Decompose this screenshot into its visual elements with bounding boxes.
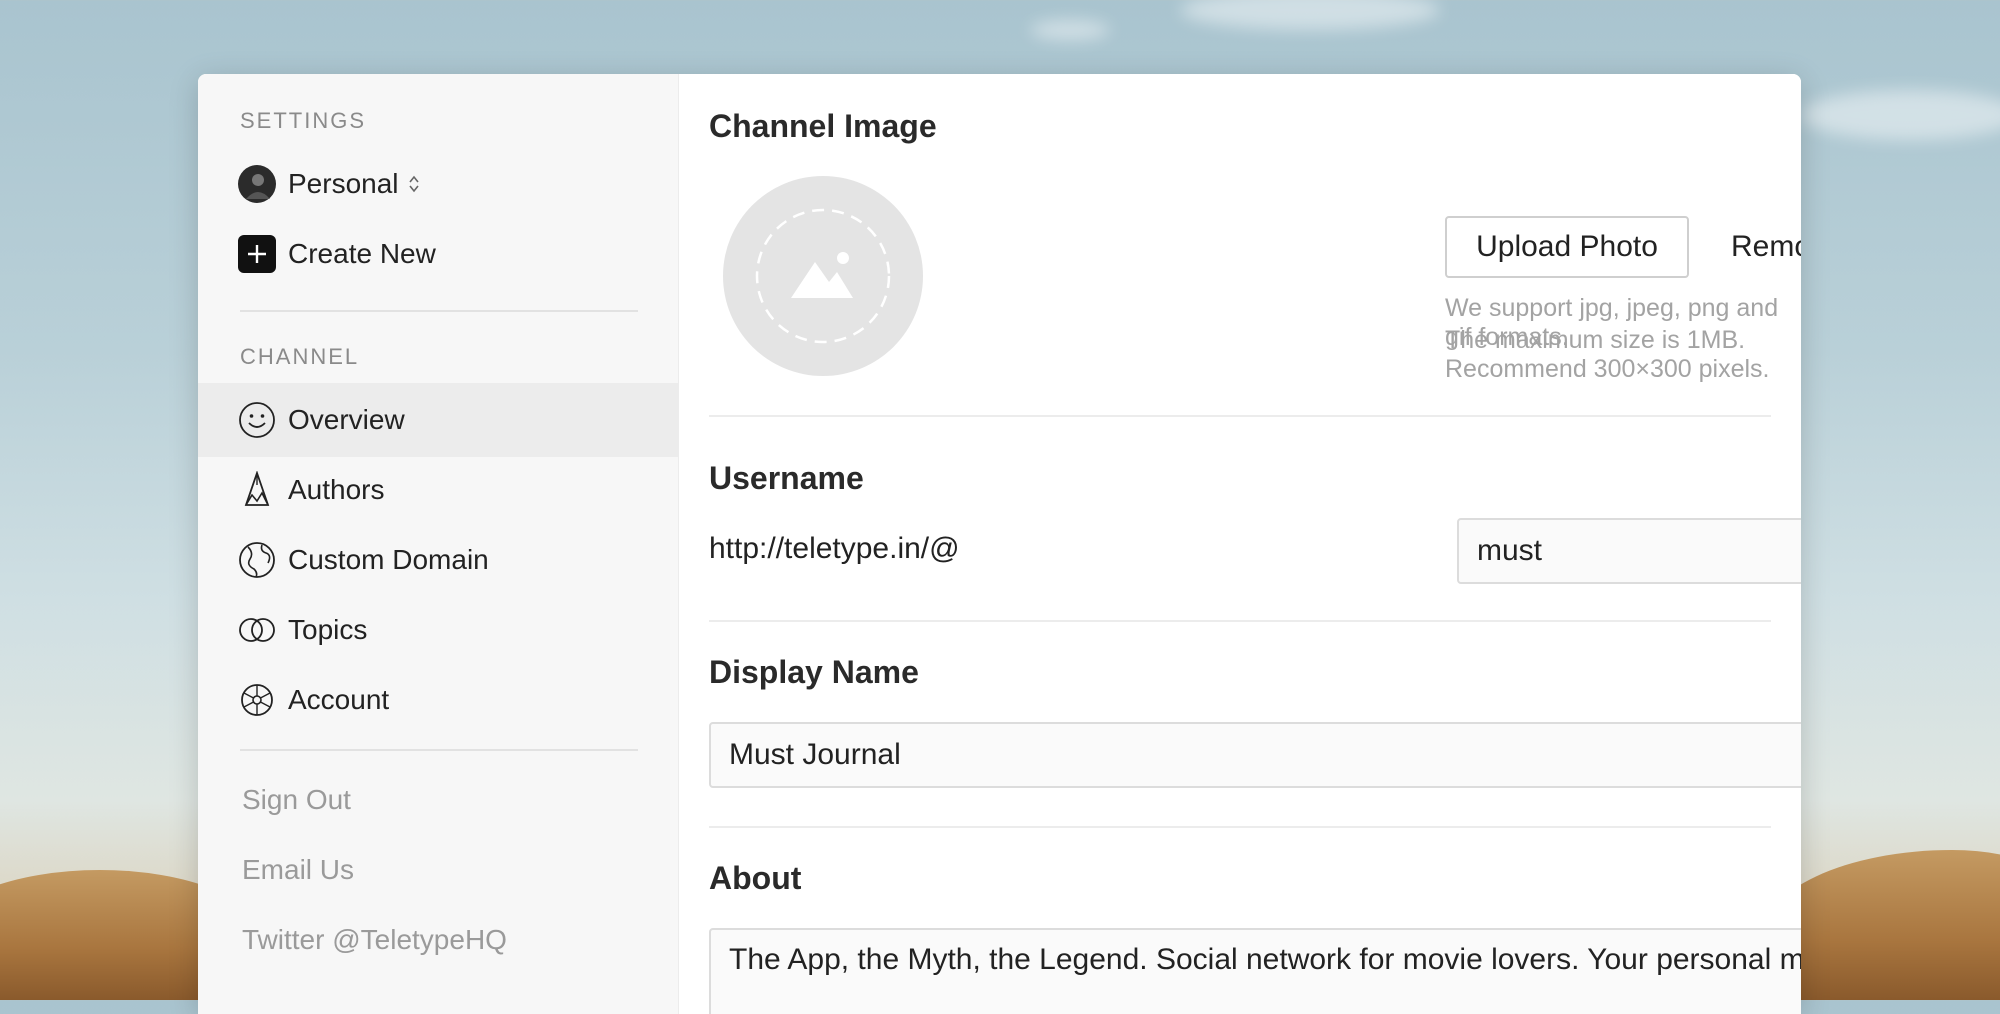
upload-photo-button[interactable]: Upload Photo	[1445, 216, 1689, 278]
twitter-link[interactable]: Twitter @TeletypeHQ	[242, 924, 507, 956]
create-new-button[interactable]: Create New	[198, 217, 678, 291]
create-new-label: Create New	[288, 238, 436, 269]
sidebar-item-account[interactable]: Account	[198, 663, 678, 737]
sidebar: SETTINGS Personal Create New CHANNEL Ove…	[198, 74, 679, 1014]
sidebar-item-authors[interactable]: Authors	[198, 453, 678, 527]
settings-section-label: SETTINGS	[240, 108, 367, 133]
upload-hint-size: The maximum size is 1MB. Recommend 300×3…	[1445, 326, 1770, 383]
overlapping-circles-icon	[238, 611, 276, 649]
email-us-link[interactable]: Email Us	[242, 854, 354, 886]
sidebar-item-custom-domain[interactable]: Custom Domain	[198, 523, 678, 597]
sidebar-divider	[240, 310, 638, 312]
sidebar-item-label: Account	[288, 684, 390, 715]
username-input[interactable]	[1457, 518, 1801, 584]
section-divider	[709, 620, 1771, 622]
section-divider	[709, 415, 1771, 417]
about-textarea[interactable]: The App, the Myth, the Legend. Social ne…	[709, 928, 1801, 1014]
sidebar-divider	[240, 749, 638, 751]
smiley-icon	[238, 401, 276, 439]
account-switcher[interactable]: Personal	[198, 147, 678, 221]
remove-photo-button[interactable]: Remove	[1731, 230, 1801, 264]
sign-out-link[interactable]: Sign Out	[242, 784, 351, 816]
channel-section-label: CHANNEL	[240, 344, 360, 369]
main-content: Channel Image Upload Photo Remove We sup…	[679, 74, 1801, 1014]
username-url-prefix: http://teletype.in/@	[709, 532, 960, 565]
plus-icon	[238, 235, 276, 273]
sidebar-item-overview[interactable]: Overview	[198, 383, 678, 457]
channel-image-title: Channel Image	[709, 108, 937, 144]
image-placeholder-icon	[755, 208, 891, 344]
account-switcher-label: Personal	[288, 168, 399, 199]
section-divider	[709, 826, 1771, 828]
channel-image-placeholder[interactable]	[723, 176, 923, 376]
gear-icon	[238, 681, 276, 719]
chevron-updown-icon	[407, 174, 421, 194]
sidebar-item-label: Topics	[288, 614, 368, 645]
sidebar-item-label: Authors	[288, 474, 385, 505]
globe-icon	[238, 541, 276, 579]
display-name-input[interactable]	[709, 722, 1801, 788]
display-name-title: Display Name	[709, 654, 919, 690]
sidebar-item-label: Custom Domain	[288, 544, 489, 575]
pen-nib-icon	[238, 471, 276, 509]
avatar	[238, 165, 276, 203]
sidebar-item-topics[interactable]: Topics	[198, 593, 678, 667]
username-title: Username	[709, 460, 864, 496]
about-title: About	[709, 860, 802, 896]
sidebar-item-label: Overview	[288, 404, 405, 435]
settings-window: SETTINGS Personal Create New CHANNEL Ove…	[198, 74, 1801, 1014]
